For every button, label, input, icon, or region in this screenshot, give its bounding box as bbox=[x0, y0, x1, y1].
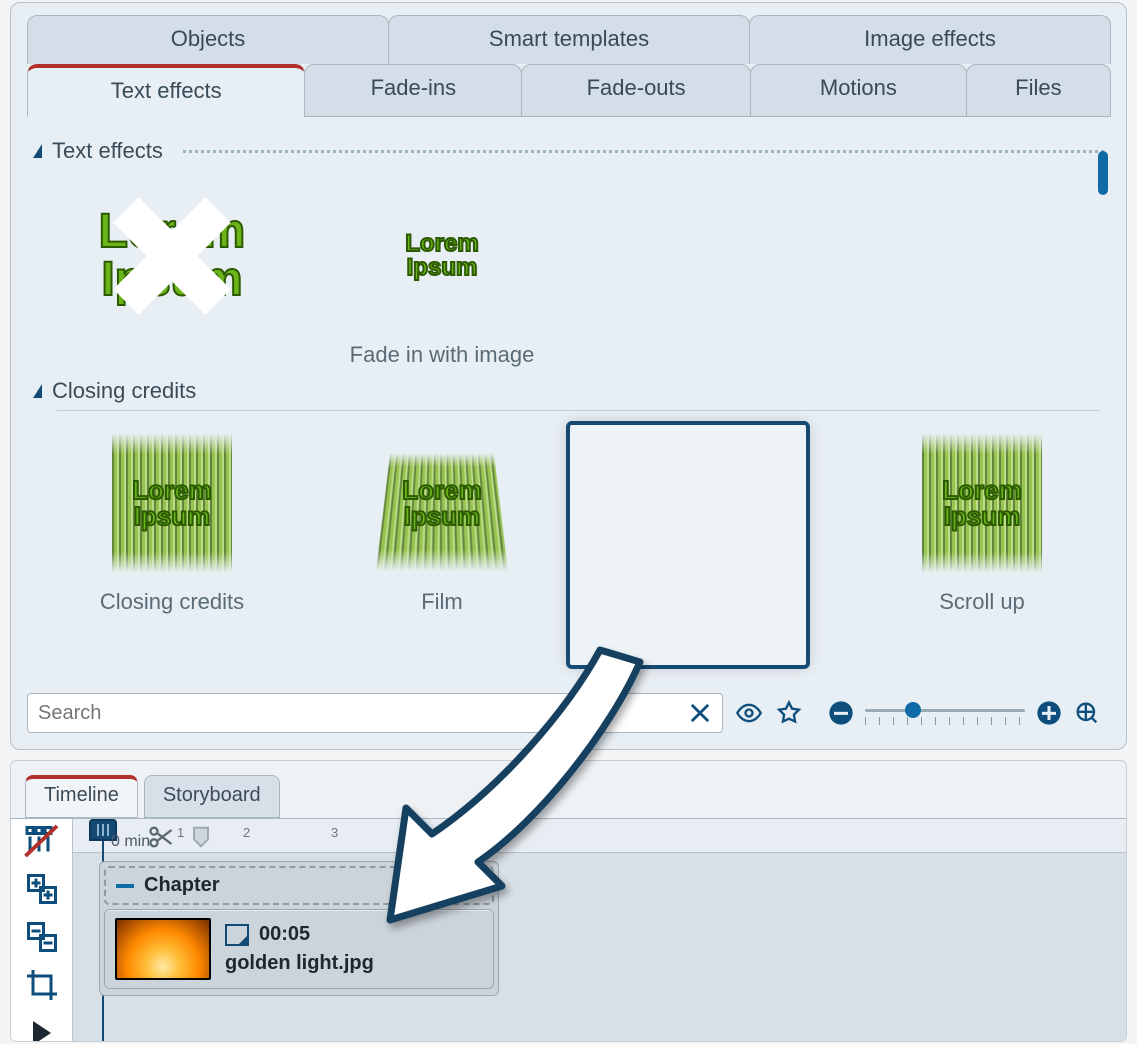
closing-credits-gallery: LoremIpsum Closing credits LoremIpsum Fi… bbox=[27, 417, 1110, 621]
timeline-ruler[interactable]: 0 min 1 2 3 4 bbox=[73, 819, 1126, 853]
tab-motions[interactable]: Motions bbox=[750, 64, 967, 117]
remove-track-icon[interactable] bbox=[24, 919, 60, 953]
timeline-panel: Timeline Storyboard bbox=[10, 760, 1127, 1042]
play-icon[interactable] bbox=[24, 1015, 60, 1033]
zoom-out-icon[interactable] bbox=[827, 699, 855, 727]
closing-credits-item-scroll-down[interactable]: LoremIpsum Scroll down bbox=[587, 423, 837, 615]
tab-files[interactable]: Files bbox=[966, 64, 1111, 117]
thumb: LoremIpsum bbox=[612, 423, 812, 583]
ruler-tick: 3 bbox=[331, 825, 338, 840]
thumb-label: Scroll up bbox=[939, 589, 1025, 615]
search-input[interactable] bbox=[38, 702, 686, 725]
disabled-x-icon bbox=[72, 176, 272, 336]
search-box[interactable] bbox=[27, 693, 723, 733]
chapter-header[interactable]: Chapter bbox=[104, 866, 494, 905]
sample-text-icon: LoremIpsum bbox=[132, 477, 211, 529]
sample-text-icon: LoremIpsum bbox=[405, 232, 478, 280]
time-label: 0 min bbox=[111, 833, 150, 851]
scrollbar-thumb[interactable] bbox=[1098, 151, 1108, 195]
clip-filename: golden light.jpg bbox=[225, 952, 374, 975]
sample-text-icon: LoremIpsum bbox=[672, 477, 751, 529]
thumb-label: Scroll down bbox=[655, 589, 769, 615]
section-divider-dots bbox=[183, 150, 1104, 153]
vertical-scrollbar[interactable] bbox=[1096, 143, 1110, 677]
zoom-fit-icon[interactable] bbox=[1073, 699, 1101, 727]
effects-toolbar bbox=[27, 691, 1110, 735]
thumb: LoremIpsum bbox=[72, 423, 272, 583]
thumb: LoremIpsum bbox=[342, 423, 542, 583]
zoom-slider[interactable] bbox=[865, 699, 1025, 727]
thumb: LoremIpsum bbox=[342, 176, 542, 336]
tracks-toggle-icon[interactable] bbox=[24, 823, 60, 857]
tab-fade-ins[interactable]: Fade-ins bbox=[304, 64, 522, 117]
section-text-effects-header[interactable]: Text effects bbox=[33, 138, 1104, 164]
ruler-tick: 2 bbox=[243, 825, 250, 840]
slider-track bbox=[865, 709, 1025, 712]
eye-icon[interactable] bbox=[735, 699, 763, 727]
timeline-main[interactable]: 0 min 1 2 3 4 Chapter bbox=[73, 819, 1126, 1042]
thumb: LoremIpsum bbox=[72, 176, 272, 336]
primary-tabs: Objects Smart templates Image effects bbox=[11, 3, 1126, 64]
slider-knob[interactable] bbox=[905, 702, 921, 718]
clear-search-icon[interactable] bbox=[686, 699, 714, 727]
sample-text-icon: LoremIpsum bbox=[402, 477, 481, 529]
chapter-title: Chapter bbox=[144, 874, 220, 897]
section-title: Closing credits bbox=[52, 378, 196, 404]
zoom-controls bbox=[827, 699, 1101, 727]
tab-smart-templates[interactable]: Smart templates bbox=[388, 15, 750, 64]
clip-duration: 00:05 bbox=[259, 923, 310, 946]
ruler-tick: 4 bbox=[417, 825, 424, 840]
thumb-label: Closing credits bbox=[100, 589, 244, 615]
tab-image-effects[interactable]: Image effects bbox=[749, 15, 1111, 64]
tab-text-effects[interactable]: Text effects bbox=[27, 64, 305, 117]
scissors-icon[interactable] bbox=[147, 823, 175, 849]
thumb-label: Fade in with image bbox=[350, 342, 535, 368]
collapse-triangle-icon bbox=[33, 144, 42, 158]
section-closing-credits-header[interactable]: Closing credits bbox=[33, 378, 1104, 404]
collapse-triangle-icon bbox=[33, 384, 42, 398]
tab-timeline[interactable]: Timeline bbox=[25, 775, 138, 818]
add-track-icon[interactable] bbox=[24, 871, 60, 905]
timeline-body: 0 min 1 2 3 4 Chapter bbox=[11, 818, 1126, 1042]
timeline-tabs: Timeline Storyboard bbox=[11, 761, 1126, 818]
timeline-sidebar bbox=[11, 819, 73, 1042]
closing-credits-item-scroll-up[interactable]: LoremIpsum Scroll up bbox=[857, 423, 1107, 615]
text-effect-item-none[interactable]: LoremIpsum bbox=[47, 176, 297, 368]
marker-icon[interactable] bbox=[187, 823, 215, 849]
text-effects-gallery: LoremIpsum LoremIpsum Fade in with image bbox=[27, 170, 1110, 374]
tab-fade-outs[interactable]: Fade-outs bbox=[521, 64, 751, 117]
chapter-collapse-icon[interactable] bbox=[116, 884, 134, 888]
clip-thumbnail bbox=[115, 918, 211, 980]
crop-icon[interactable] bbox=[24, 967, 60, 1001]
tab-storyboard[interactable]: Storyboard bbox=[144, 775, 280, 818]
effects-content: Text effects LoremIpsum LoremIpsum Fade … bbox=[27, 128, 1110, 683]
closing-credits-item[interactable]: LoremIpsum Closing credits bbox=[47, 423, 297, 615]
text-effect-item-fade-in-with-image[interactable]: LoremIpsum Fade in with image bbox=[317, 176, 567, 368]
clip-info: 00:05 golden light.jpg bbox=[225, 923, 374, 975]
thumb-label: Film bbox=[421, 589, 463, 615]
clip-item[interactable]: 00:05 golden light.jpg bbox=[104, 909, 494, 989]
tab-objects[interactable]: Objects bbox=[27, 15, 389, 64]
closing-credits-item-film[interactable]: LoremIpsum Film bbox=[317, 423, 567, 615]
section-divider-line bbox=[57, 410, 1100, 411]
star-icon[interactable] bbox=[775, 699, 803, 727]
sample-text-icon: LoremIpsum bbox=[942, 477, 1021, 529]
chapter-container[interactable]: Chapter 00:05 golden light.jpg bbox=[99, 861, 499, 996]
zoom-in-icon[interactable] bbox=[1035, 699, 1063, 727]
slider-ticks bbox=[865, 717, 1025, 725]
ruler-tick: 1 bbox=[177, 825, 184, 840]
secondary-tabs: Text effects Fade-ins Fade-outs Motions … bbox=[11, 64, 1126, 117]
text-overlay-icon bbox=[225, 924, 249, 946]
effects-panel: Objects Smart templates Image effects Te… bbox=[10, 2, 1127, 750]
thumb: LoremIpsum bbox=[882, 423, 1082, 583]
section-title: Text effects bbox=[52, 138, 163, 164]
